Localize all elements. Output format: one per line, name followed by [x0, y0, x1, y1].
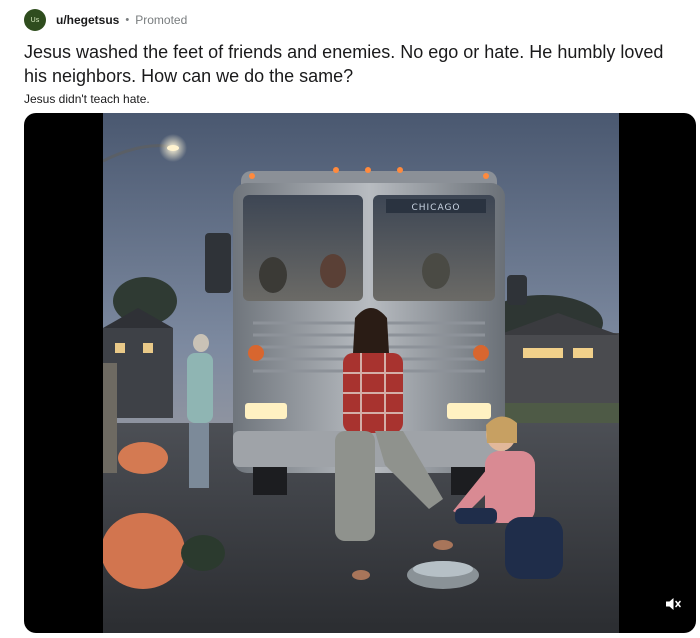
post-header: Us u/hegetsus • Promoted: [24, 8, 187, 32]
promoted-label: Promoted: [135, 13, 188, 27]
post-media-video[interactable]: CHICAGO: [24, 113, 696, 633]
separator-dot: •: [125, 14, 130, 26]
bus-destination-sign: CHICAGO: [411, 203, 460, 213]
video-frame: CHICAGO: [103, 113, 619, 633]
author-avatar[interactable]: Us: [24, 9, 46, 31]
post-subtitle: Jesus didn't teach hate.: [24, 92, 150, 106]
author-username[interactable]: u/hegetsus: [56, 13, 119, 27]
promoted-post: Us u/hegetsus • Promoted Jesus washed th…: [0, 0, 700, 638]
speaker-muted-icon: [666, 598, 681, 610]
mute-toggle-button[interactable]: [662, 593, 684, 615]
post-title[interactable]: Jesus washed the feet of friends and ene…: [24, 40, 674, 88]
